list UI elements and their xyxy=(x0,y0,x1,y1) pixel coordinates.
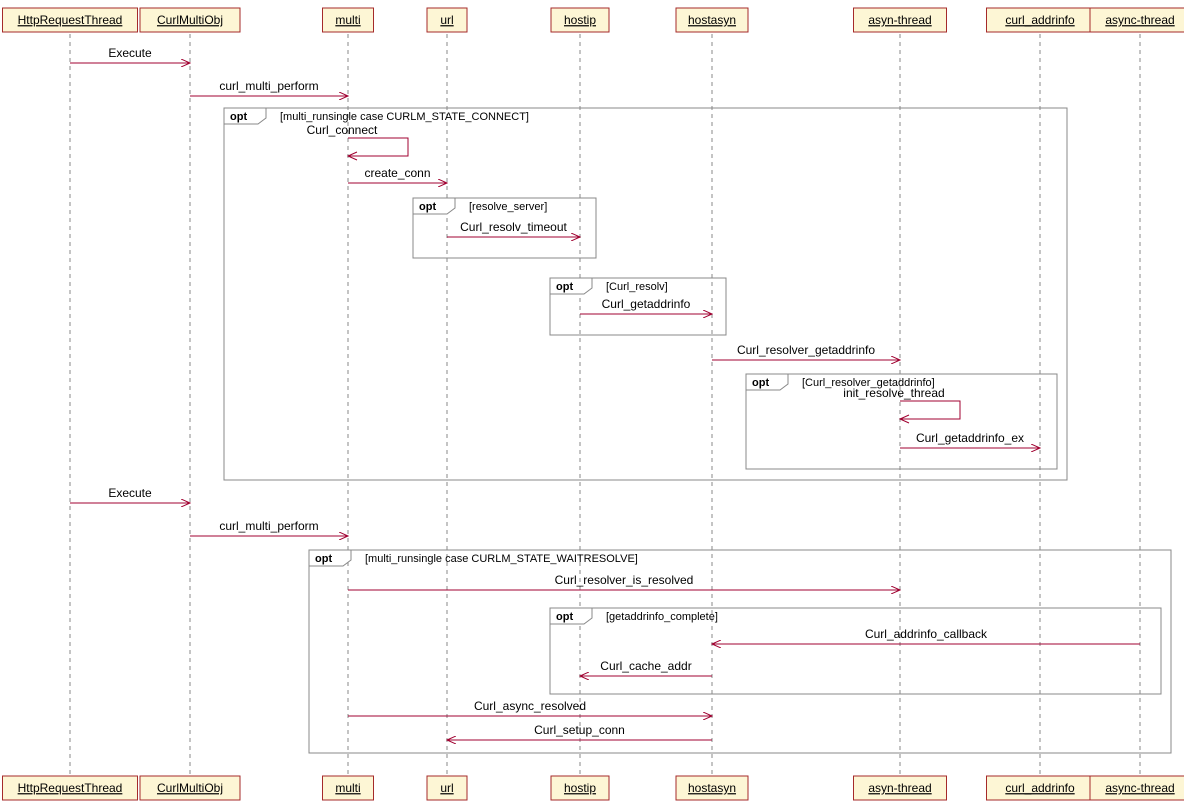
fragment-label: opt xyxy=(752,377,769,389)
fragment-label: opt xyxy=(230,111,247,123)
participant-label: hostasyn xyxy=(688,13,736,27)
message-m14: Curl_cache_addr xyxy=(580,659,712,676)
message-m7: Curl_resolver_getaddrinfo xyxy=(712,343,900,360)
message-m11: curl_multi_perform xyxy=(190,519,348,536)
message-m15: Curl_async_resolved xyxy=(348,699,712,716)
fragment-label: opt xyxy=(556,281,573,293)
participant-p4: hostip xyxy=(551,8,609,32)
message-label: Curl_resolv_timeout xyxy=(460,220,567,234)
message-m3: Curl_connect xyxy=(307,123,408,160)
participant-p1: CurlMultiObj xyxy=(140,776,240,800)
message-m2: curl_multi_perform xyxy=(190,79,348,96)
fragment-guard: [Curl_resolv] xyxy=(606,281,668,293)
participant-p5: hostasyn xyxy=(676,8,748,32)
participant-label: hostasyn xyxy=(688,781,736,795)
message-label: curl_multi_perform xyxy=(219,519,318,533)
participant-label: HttpRequestThread xyxy=(18,13,123,27)
message-m9: Curl_getaddrinfo_ex xyxy=(900,431,1040,448)
message-label: Curl_getaddrinfo_ex xyxy=(916,431,1024,445)
participant-p7: curl_addrinfo xyxy=(987,776,1094,800)
fragment-label: opt xyxy=(556,611,573,623)
participant-p7: curl_addrinfo xyxy=(987,8,1094,32)
message-label: Curl_resolver_getaddrinfo xyxy=(737,343,875,357)
participant-label: curl_addrinfo xyxy=(1005,13,1075,27)
participant-p2: multi xyxy=(323,8,374,32)
message-label: Curl_getaddrinfo xyxy=(602,297,691,311)
message-m6: Curl_getaddrinfo xyxy=(580,297,712,314)
message-m1: Execute xyxy=(70,46,190,63)
participant-p0: HttpRequestThread xyxy=(3,8,138,32)
message-label: Curl_cache_addr xyxy=(600,659,691,673)
message-label: Execute xyxy=(108,46,152,60)
participant-p6: asyn-thread xyxy=(854,8,947,32)
message-m4: create_conn xyxy=(348,166,447,183)
message-label: Curl_async_resolved xyxy=(474,699,586,713)
fragment-guard: [resolve_server] xyxy=(469,201,547,213)
participant-p3: url xyxy=(427,8,467,32)
participant-p6: asyn-thread xyxy=(854,776,947,800)
message-label: create_conn xyxy=(364,166,430,180)
participant-label: asyn-thread xyxy=(868,781,931,795)
message-label: Execute xyxy=(108,486,152,500)
participant-label: url xyxy=(440,781,453,795)
message-m12: Curl_resolver_is_resolved xyxy=(348,573,900,590)
participant-label: async-thread xyxy=(1105,781,1174,795)
fragment-f6: opt [getaddrinfo_complete] xyxy=(550,608,1161,694)
message-m5: Curl_resolv_timeout xyxy=(447,220,580,237)
message-label: Curl_addrinfo_callback xyxy=(865,627,988,641)
fragment-guard: [getaddrinfo_complete] xyxy=(606,611,718,623)
fragment-f5: opt [multi_runsingle case CURLM_STATE_WAI… xyxy=(309,550,1171,753)
participant-label: CurlMultiObj xyxy=(157,781,223,795)
participant-p5: hostasyn xyxy=(676,776,748,800)
fragment-label: opt xyxy=(315,553,332,565)
participant-label: hostip xyxy=(564,13,596,27)
participant-p1: CurlMultiObj xyxy=(140,8,240,32)
message-m16: Curl_setup_conn xyxy=(447,723,712,740)
fragment-guard: [multi_runsingle case CURLM_STATE_WAITRE… xyxy=(365,553,638,565)
fragment-guard: [multi_runsingle case CURLM_STATE_CONNEC… xyxy=(280,111,529,123)
message-label: curl_multi_perform xyxy=(219,79,318,93)
message-m8: init_resolve_thread xyxy=(843,386,960,423)
participant-p4: hostip xyxy=(551,776,609,800)
message-m10: Execute xyxy=(70,486,190,503)
participant-p2: multi xyxy=(323,776,374,800)
participant-label: multi xyxy=(335,781,360,795)
participant-label: HttpRequestThread xyxy=(18,781,123,795)
message-label: Curl_resolver_is_resolved xyxy=(555,573,694,587)
participant-label: hostip xyxy=(564,781,596,795)
participant-label: multi xyxy=(335,13,360,27)
participant-label: async-thread xyxy=(1105,13,1174,27)
participant-label: curl_addrinfo xyxy=(1005,781,1075,795)
participant-label: asyn-thread xyxy=(868,13,931,27)
participant-label: CurlMultiObj xyxy=(157,13,223,27)
participant-p3: url xyxy=(427,776,467,800)
participant-p8: async-thread xyxy=(1090,776,1184,800)
sequence-diagram: opt [multi_runsingle case CURLM_STATE_CON… xyxy=(0,0,1184,811)
participant-p8: async-thread xyxy=(1090,8,1184,32)
message-label: init_resolve_thread xyxy=(843,386,944,400)
fragment-label: opt xyxy=(419,201,436,213)
fragment-f1: opt [multi_runsingle case CURLM_STATE_CON… xyxy=(224,108,1067,480)
message-m13: Curl_addrinfo_callback xyxy=(712,627,1140,644)
participant-label: url xyxy=(440,13,453,27)
participant-p0: HttpRequestThread xyxy=(3,776,138,800)
message-label: Curl_connect xyxy=(307,123,378,137)
message-label: Curl_setup_conn xyxy=(534,723,625,737)
